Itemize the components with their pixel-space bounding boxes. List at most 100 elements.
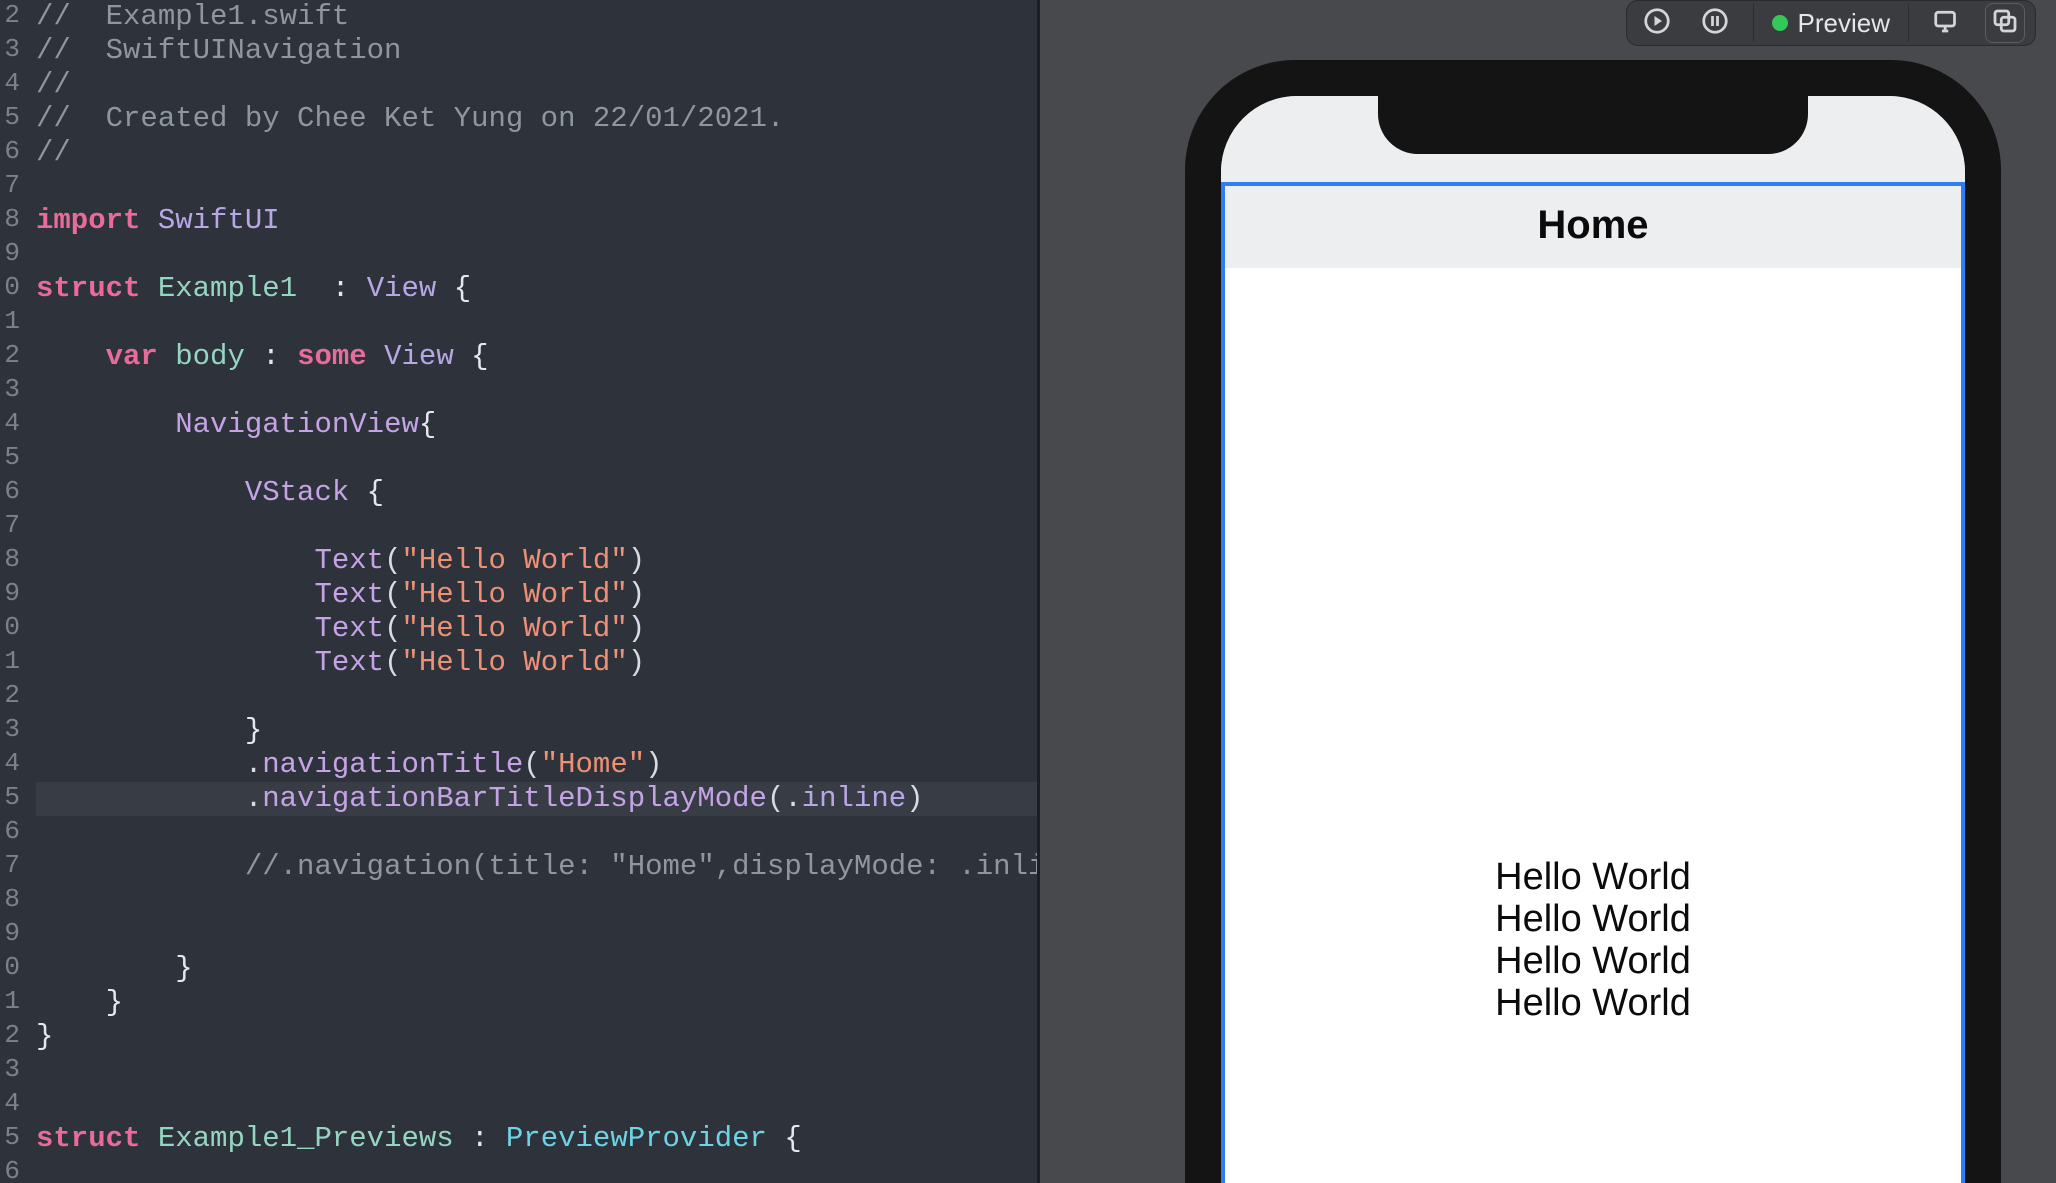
nav-title-value: Home: [558, 748, 628, 781]
text-literal: Hello World: [419, 646, 610, 679]
line-number: 1: [0, 646, 20, 676]
line-number: 7: [0, 170, 20, 200]
line-number: 9: [0, 578, 20, 608]
line-number: 2: [0, 1020, 20, 1050]
code-line[interactable]: }: [36, 714, 262, 748]
code-line[interactable]: var body : some View {: [36, 340, 489, 374]
comment-text: // Created by Chee Ket Yung on 22/01/202…: [36, 102, 784, 135]
toolbar-separator: [1753, 4, 1754, 42]
device-settings-button[interactable]: [1927, 3, 1967, 43]
stack-name: VStack: [245, 476, 349, 509]
previews-struct-name: Example1_Previews: [158, 1122, 454, 1155]
line-number: 1: [0, 306, 20, 336]
preview-canvas[interactable]: Preview Home: [1040, 0, 2056, 1183]
line-number: 9: [0, 918, 20, 948]
line-number: 5: [0, 782, 20, 812]
iphone-screen[interactable]: Home Hello World Hello World Hello World…: [1221, 96, 1965, 1183]
line-number: 3: [0, 374, 20, 404]
line-number: 5: [0, 442, 20, 472]
code-editor[interactable]: 2 3 4 5 6 7 8 9 0 1 2 3 4 5 6 7 8 9 0 1 …: [0, 0, 1040, 1183]
code-line[interactable]: struct Example1 : View {: [36, 272, 471, 306]
comment-text: // Example1.swift: [36, 0, 349, 33]
device-icon: [1932, 6, 1962, 41]
container-name: NavigationView: [175, 408, 419, 441]
nav-mode-value: inline: [802, 782, 906, 815]
code-line[interactable]: //: [36, 68, 71, 102]
text-literal: Hello World: [419, 544, 610, 577]
preview-label-text: Preview: [1798, 8, 1890, 39]
line-number: 6: [0, 816, 20, 846]
line-number: 5: [0, 1122, 20, 1152]
duplicate-icon: [1990, 6, 2020, 41]
xcode-window: 2 3 4 5 6 7 8 9 0 1 2 3 4 5 6 7 8 9 0 1 …: [0, 0, 2056, 1183]
previews-conforms-to: PreviewProvider: [506, 1122, 767, 1155]
line-number: 6: [0, 136, 20, 166]
code-line[interactable]: // Example1.swift: [36, 0, 349, 34]
preview-status[interactable]: Preview: [1772, 8, 1890, 39]
comment-text: //: [36, 68, 71, 101]
conforms-to: View: [367, 272, 437, 305]
body-var: body: [175, 340, 245, 373]
struct-name: Example1: [158, 272, 297, 305]
selection-outline: [1221, 182, 1965, 1183]
line-number: 4: [0, 748, 20, 778]
nav-mode-method: navigationBarTitleDisplayMode: [262, 782, 767, 815]
pause-icon: [1700, 6, 1730, 41]
navigation-title: Home: [1537, 203, 1648, 248]
text-literal: Hello World: [419, 578, 610, 611]
line-number: 2: [0, 340, 20, 370]
play-button[interactable]: [1637, 3, 1677, 43]
code-line[interactable]: // Created by Chee Ket Yung on 22/01/202…: [36, 102, 784, 136]
comment-text: //.navigation(title: "Home",displayMode:…: [245, 850, 1098, 883]
iphone-frame: Home Hello World Hello World Hello World…: [1185, 60, 2001, 1183]
code-line[interactable]: // SwiftUINavigation: [36, 34, 401, 68]
code-line[interactable]: struct Example1_Previews : PreviewProvid…: [36, 1122, 802, 1156]
line-number: 1: [0, 986, 20, 1016]
text-view[interactable]: Hello World: [1495, 856, 1691, 898]
preview-toolbar: Preview: [1626, 0, 2036, 46]
line-number-gutter: 2 3 4 5 6 7 8 9 0 1 2 3 4 5 6 7 8 9 0 1 …: [0, 0, 26, 1183]
line-number: 3: [0, 714, 20, 744]
code-line[interactable]: Text("Hello World"): [36, 544, 645, 578]
line-number: 4: [0, 408, 20, 438]
play-icon: [1642, 6, 1672, 41]
code-line[interactable]: NavigationView{: [36, 408, 436, 442]
code-line[interactable]: //: [36, 136, 71, 170]
import-module: SwiftUI: [158, 204, 280, 237]
line-number: 5: [0, 102, 20, 132]
line-number: 6: [0, 476, 20, 506]
line-number: 7: [0, 510, 20, 540]
text-view[interactable]: Hello World: [1495, 982, 1691, 1024]
code-line[interactable]: Text("Hello World"): [36, 578, 645, 612]
duplicate-preview-button[interactable]: [1985, 3, 2025, 43]
code-line[interactable]: VStack {: [36, 476, 384, 510]
line-number: 0: [0, 272, 20, 302]
some-keyword: some: [297, 340, 367, 373]
code-line[interactable]: }: [36, 1020, 53, 1054]
code-line[interactable]: import SwiftUI: [36, 204, 280, 238]
code-line[interactable]: Text("Hello World"): [36, 612, 645, 646]
code-line[interactable]: }: [36, 986, 123, 1020]
line-number: 9: [0, 238, 20, 268]
line-number: 3: [0, 34, 20, 64]
vstack-content: Hello World Hello World Hello World Hell…: [1221, 856, 1965, 1024]
line-number: 4: [0, 1088, 20, 1118]
comment-text: // SwiftUINavigation: [36, 34, 401, 67]
code-line-current[interactable]: .navigationBarTitleDisplayMode(.inline): [36, 782, 1040, 816]
code-line[interactable]: .navigationTitle("Home"): [36, 748, 663, 782]
iphone-notch: [1378, 96, 1808, 154]
text-view[interactable]: Hello World: [1495, 940, 1691, 982]
line-number: 8: [0, 884, 20, 914]
code-content[interactable]: // Example1.swift // SwiftUINavigation /…: [36, 0, 1040, 1183]
code-line[interactable]: Text("Hello World"): [36, 646, 645, 680]
line-number: 0: [0, 952, 20, 982]
line-number: 2: [0, 680, 20, 710]
toolbar-separator: [1908, 4, 1909, 42]
code-line[interactable]: }: [36, 952, 193, 986]
text-view[interactable]: Hello World: [1495, 898, 1691, 940]
code-line[interactable]: //.navigation(title: "Home",displayMode:…: [36, 850, 1098, 884]
navigation-bar[interactable]: Home: [1221, 182, 1965, 268]
line-number: 8: [0, 544, 20, 574]
pause-button[interactable]: [1695, 3, 1735, 43]
body-type: View: [384, 340, 454, 373]
